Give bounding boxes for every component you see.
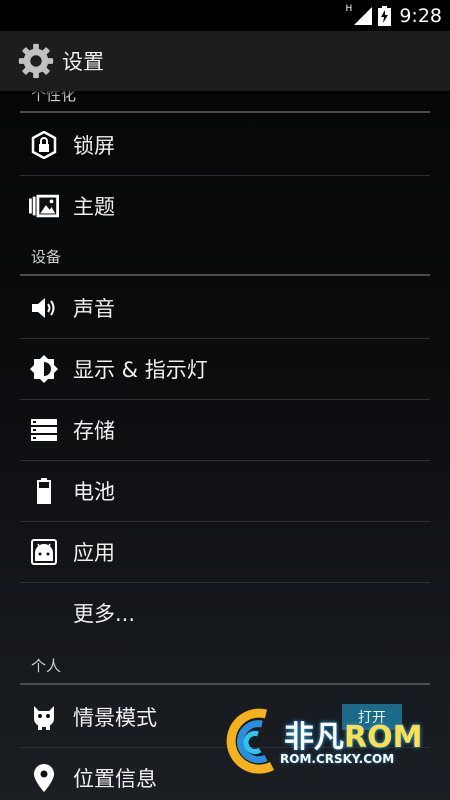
settings-item-label: 更多... (73, 602, 136, 626)
settings-item-label: 声音 (73, 297, 115, 321)
settings-item-storage[interactable]: 存储 (20, 400, 430, 460)
speaker-icon (32, 298, 55, 318)
settings-item-label: 显示 & 指示灯 (73, 358, 208, 382)
settings-item-label: 主题 (73, 195, 115, 219)
watermark-url: ROM.CRSKY.COM (280, 752, 395, 766)
signal-icon (354, 6, 373, 25)
settings-list[interactable]: 个性化 锁屏 主题 设备 声音 显示 & 指示灯 存储 电池 应用 更多... … (0, 91, 450, 800)
section-header-personalization: 个性化 (20, 91, 430, 113)
settings-item-more[interactable]: 更多... (20, 583, 430, 643)
battery-icon (37, 478, 51, 504)
crsky-logo-icon (226, 708, 275, 774)
settings-item-label: 存储 (73, 419, 115, 443)
brightness-icon (30, 355, 58, 383)
section-header-personal: 个人 (20, 644, 430, 685)
status-bar: H 9:28 (0, 0, 450, 31)
settings-item-battery[interactable]: 电池 (20, 461, 430, 521)
settings-item-display[interactable]: 显示 & 指示灯 (20, 339, 430, 399)
watermark-title: 非凡ROM (284, 720, 423, 755)
settings-item-label: 应用 (73, 541, 115, 565)
page-title: 设置 (62, 50, 104, 74)
apps-icon (31, 539, 57, 565)
gear-icon[interactable] (17, 42, 55, 80)
settings-item-label: 电池 (73, 480, 115, 504)
network-type: H (345, 3, 353, 14)
clock: 9:28 (399, 4, 442, 27)
settings-item-theme[interactable]: 主题 (20, 176, 430, 236)
settings-item-sound[interactable]: 声音 (20, 278, 430, 338)
section-header-device: 设备 (20, 237, 430, 276)
settings-item-label: 情景模式 (73, 706, 157, 730)
theme-icon (29, 194, 59, 218)
battery-charging-icon (378, 5, 392, 26)
location-icon (34, 764, 54, 792)
watermark-logo: 非凡ROM ROM.CRSKY.COM (222, 706, 438, 780)
profile-icon (34, 706, 54, 730)
lock-icon (31, 131, 57, 159)
settings-item-label: 锁屏 (73, 134, 115, 158)
action-bar: 设置 (0, 31, 450, 91)
settings-item-apps[interactable]: 应用 (20, 522, 430, 582)
settings-item-lock-screen[interactable]: 锁屏 (20, 115, 430, 175)
settings-item-label: 位置信息 (73, 767, 157, 791)
storage-icon (31, 419, 57, 441)
